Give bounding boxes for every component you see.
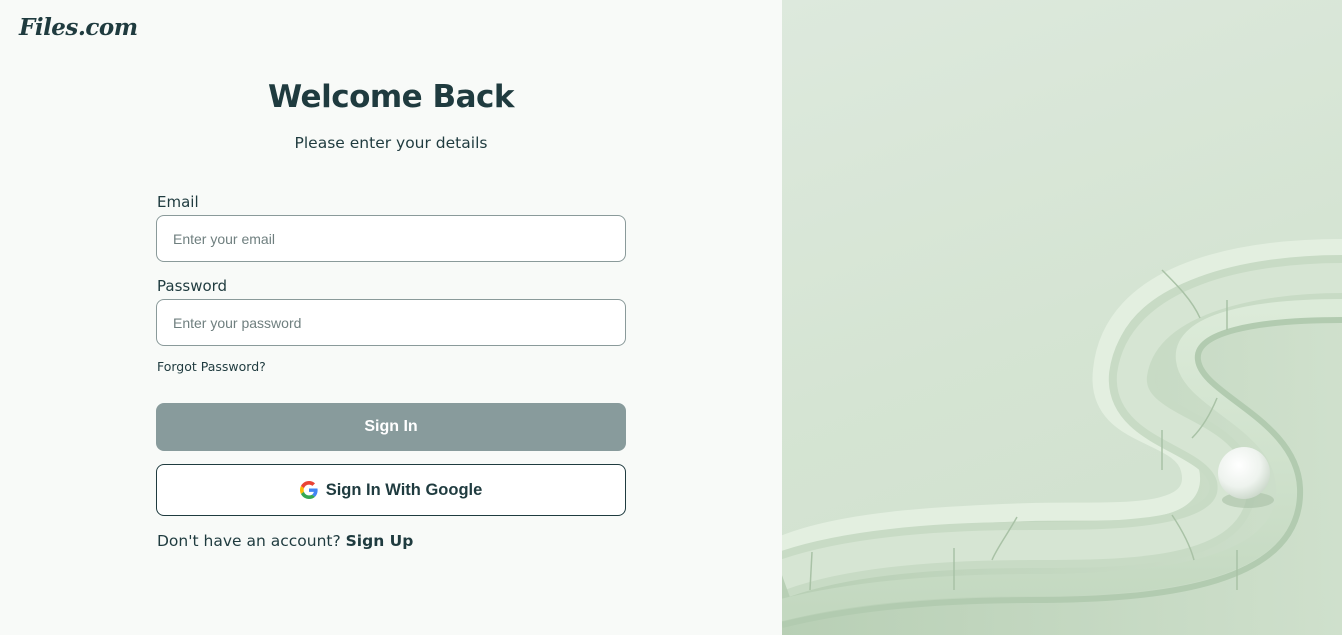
page-subtitle: Please enter your details: [294, 134, 488, 152]
page-title: Welcome Back: [267, 79, 515, 115]
google-sign-in-button[interactable]: Sign In With Google: [156, 464, 626, 516]
signup-prompt: Don't have an account? Sign Up: [157, 532, 413, 550]
google-sign-in-label: Sign In With Google: [325, 480, 483, 499]
signup-prompt-text: Don't have an account?: [157, 532, 346, 550]
sign-in-button[interactable]: Sign In: [156, 403, 626, 451]
forgot-password-link[interactable]: Forgot Password?: [157, 359, 266, 374]
login-panel: Files.com Welcome Back Please enter your…: [0, 0, 782, 635]
marble-ball: [1218, 447, 1270, 499]
marble-track-illustration: [782, 239, 1342, 635]
google-g-icon: [299, 481, 318, 499]
brand-logo[interactable]: Files.com: [19, 14, 138, 41]
password-label: Password: [157, 277, 228, 295]
email-label: Email: [157, 193, 199, 211]
password-field[interactable]: [156, 299, 626, 346]
sign-up-link[interactable]: Sign Up: [346, 532, 414, 550]
sign-in-button-label: Sign In: [364, 418, 418, 435]
illustration-panel: [782, 0, 1342, 635]
email-field[interactable]: [156, 215, 626, 262]
